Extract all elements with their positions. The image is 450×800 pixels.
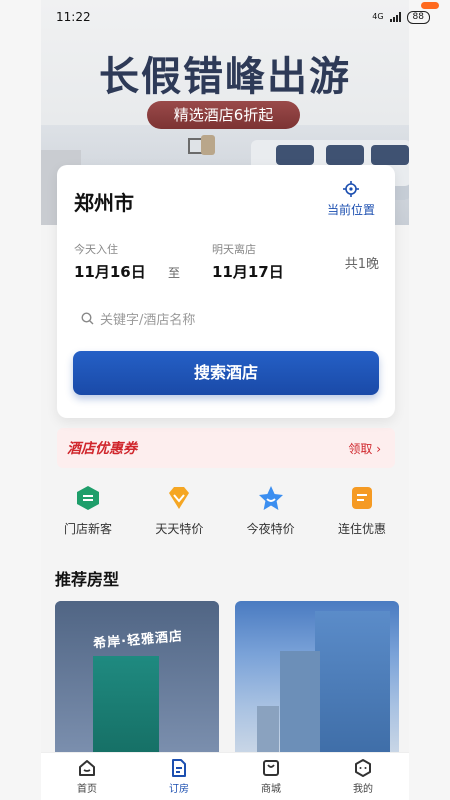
banner-promo-pill[interactable]: 精选酒店6折起 [147, 101, 300, 129]
tab-mall[interactable]: 商城 [241, 758, 301, 795]
recommend-title: 推荐房型 [55, 570, 120, 589]
coupon-title: 酒店优惠券 [67, 441, 137, 457]
new-customer-icon [74, 484, 102, 512]
locate-label: 当前位置 [326, 203, 375, 217]
city-selector[interactable]: 郑州市 [74, 187, 134, 216]
checkin-date[interactable]: 11月16日 [74, 261, 146, 282]
battery-icon: 88 [406, 1, 439, 24]
search-icon [81, 312, 94, 325]
quick-new-customer[interactable]: 门店新客 [53, 484, 123, 544]
banner-pillow [276, 145, 314, 165]
quick-label: 连住优惠 [337, 522, 386, 536]
left-margin [0, 0, 41, 800]
banner-pillow [371, 145, 409, 165]
status-time: 11:22 [56, 10, 91, 24]
recommended-room-card[interactable]: 希岸·轻雅酒店 [55, 601, 219, 753]
current-location-button[interactable]: 当前位置 [321, 181, 381, 218]
search-hotel-button[interactable]: 搜索酒店 [73, 351, 379, 395]
keyword-placeholder: 关键字/酒店名称 [100, 313, 196, 328]
profile-icon [355, 759, 371, 777]
stay-discount-icon [348, 484, 376, 512]
tab-booking[interactable]: 订房 [149, 758, 209, 795]
network-type: 4G [372, 12, 384, 21]
locate-icon [343, 181, 359, 197]
checkout-date[interactable]: 11月17日 [212, 261, 284, 282]
diamond-icon [165, 484, 193, 512]
tab-label: 订房 [169, 784, 189, 795]
quick-tonight-deal[interactable]: 今夜特价 [236, 484, 306, 544]
right-margin [409, 0, 450, 800]
tab-label: 我的 [353, 784, 373, 795]
checkout-label: 明天离店 [212, 243, 256, 256]
star-icon [257, 484, 285, 512]
coupon-claim-link[interactable]: 领取 › [348, 440, 381, 457]
tab-label: 商城 [261, 784, 281, 795]
banner-pillow [326, 145, 364, 165]
checkin-label: 今天入住 [74, 243, 118, 256]
keyword-search-input[interactable]: 关键字/酒店名称 [81, 309, 195, 328]
quick-multi-night[interactable]: 连住优惠 [327, 484, 397, 544]
quick-label: 今夜特价 [246, 522, 295, 536]
booking-icon [172, 759, 186, 777]
quick-label: 门店新客 [63, 522, 112, 536]
tab-home[interactable]: 首页 [57, 758, 117, 795]
mall-icon [263, 760, 279, 776]
tab-label: 首页 [77, 784, 97, 795]
tower-image [315, 611, 390, 753]
date-separator: 至 [168, 266, 181, 280]
quick-entry-row: 门店新客 天天特价 今夜特价 连住优惠 [41, 484, 409, 544]
banner-lamp [201, 135, 215, 155]
tab-profile[interactable]: 我的 [333, 758, 393, 795]
battery-level: 88 [412, 11, 424, 22]
status-bar: 11:22 4G 88 [0, 0, 450, 34]
hotel-glass-facade [93, 656, 159, 753]
tower-image [257, 706, 279, 753]
quick-label: 天天特价 [155, 522, 204, 536]
notification-dot [421, 1, 439, 9]
home-icon [79, 760, 95, 776]
bottom-tab-bar: 首页 订房 商城 我的 [41, 752, 409, 800]
signal-icon [389, 12, 401, 22]
quick-daily-deal[interactable]: 天天特价 [144, 484, 214, 544]
status-icons: 4G 88 [372, 1, 439, 24]
recommended-room-card[interactable] [235, 601, 399, 753]
banner-title: 长假错峰出游 [99, 53, 351, 100]
hotel-search-card: 郑州市 当前位置 今天入住 11月16日 至 明天离店 11月17日 共1晚 关… [57, 165, 395, 418]
tower-image [280, 651, 320, 753]
nights-count: 共1晚 [344, 257, 379, 272]
hotel-coupon-banner[interactable]: 酒店优惠券 领取 › [57, 428, 395, 468]
